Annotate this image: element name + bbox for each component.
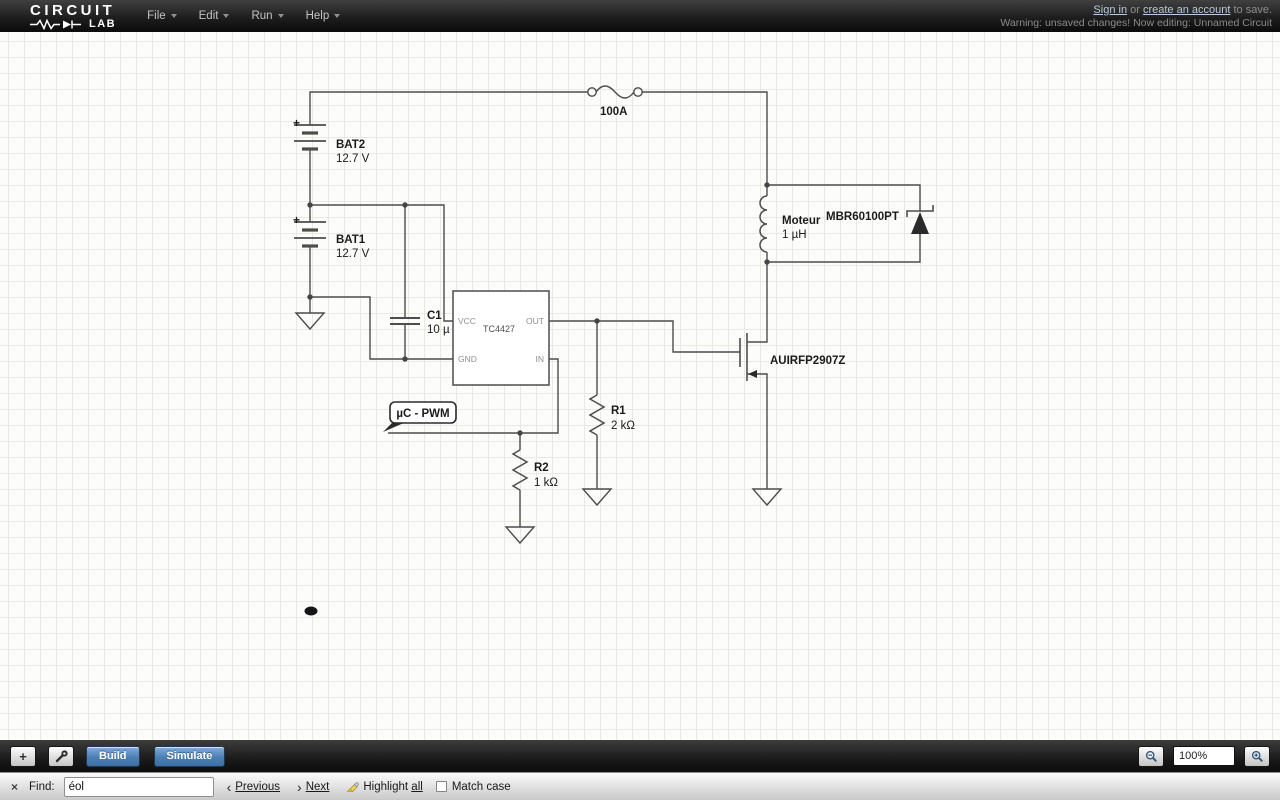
- unsaved-warning-text: Warning: unsaved changes! Now editing: U…: [1000, 16, 1272, 29]
- zoom-controls: [1138, 745, 1270, 767]
- logo-text-lab: LAB: [89, 17, 117, 30]
- r2-value-label: 1 kΩ: [534, 477, 558, 489]
- match-case-checkbox[interactable]: [435, 781, 447, 792]
- zoom-level-input[interactable]: [1173, 746, 1235, 766]
- bat2-plus-sign: +: [293, 116, 300, 130]
- menu-run[interactable]: Run: [240, 0, 294, 32]
- zoom-in-button[interactable]: [1244, 745, 1270, 767]
- r1-name-label: R1: [611, 405, 626, 417]
- fuse-value-label: 100A: [600, 106, 628, 118]
- chip-name-label: TC4427: [483, 324, 515, 334]
- pin-out-label: OUT: [526, 316, 544, 326]
- bottom-toolbar: + Build Simulate: [0, 740, 1280, 772]
- match-case-label: Match case: [451, 780, 511, 793]
- tools-button[interactable]: [48, 745, 74, 767]
- r2-name-label: R2: [534, 462, 549, 474]
- add-component-button[interactable]: +: [10, 745, 36, 767]
- create-account-link[interactable]: create an account: [1143, 4, 1230, 16]
- schematic-canvas[interactable]: + BAT2 12.7 V + BAT1 12.7 V 100A Moteur …: [0, 32, 1280, 740]
- capacitor-c1[interactable]: C1 10 µ: [390, 310, 450, 336]
- battery-bat1[interactable]: + BAT1 12.7 V: [293, 213, 370, 260]
- bat1-name-label: BAT1: [336, 234, 366, 246]
- zoom-out-button[interactable]: [1138, 745, 1164, 767]
- circuitlab-app: CIRCUIT LAB File Edit Run Help Sign in o…: [0, 0, 1280, 800]
- r1-value-label: 2 kΩ: [611, 420, 635, 432]
- battery-bat2[interactable]: + BAT2 12.7 V: [293, 116, 370, 165]
- find-previous-button[interactable]: ‹ Previous: [223, 778, 284, 796]
- c1-value-label: 10 µ: [427, 324, 450, 336]
- findbar-close-icon[interactable]: ×: [9, 780, 20, 794]
- pin-vcc-label: VCC: [458, 316, 476, 326]
- ic-tc4427[interactable]: VCC OUT GND IN TC4427: [452, 290, 550, 386]
- magnifier-minus-icon: [1145, 750, 1157, 762]
- ground-symbol-r1[interactable]: [581, 488, 613, 507]
- plus-icon: +: [19, 748, 27, 764]
- c1-name-label: C1: [427, 310, 442, 322]
- wrench-icon: [55, 749, 68, 762]
- mosfet-name-label: AUIRFP2907Z: [770, 355, 845, 367]
- find-previous-label: Previous: [235, 780, 281, 793]
- find-input[interactable]: [63, 776, 214, 797]
- bat2-value-label: 12.7 V: [336, 153, 370, 165]
- logo-text-circuit: CIRCUIT: [30, 1, 116, 19]
- menu-caret-icon: [223, 14, 230, 18]
- pin-in-label: IN: [536, 354, 545, 364]
- bat2-name-label: BAT2: [336, 139, 365, 151]
- logo-waveform-icon: [30, 18, 81, 30]
- magnifier-plus-icon: [1251, 750, 1263, 762]
- ground-symbol-battery[interactable]: [294, 312, 326, 331]
- menu-edit-label: Edit: [198, 10, 219, 22]
- highlight-all-button[interactable]: Highlight all: [342, 778, 426, 795]
- top-menubar: CIRCUIT LAB File Edit Run Help Sign in o…: [0, 0, 1280, 32]
- highlighter-icon: [346, 782, 360, 793]
- chevron-right-icon: ›: [297, 778, 302, 795]
- signin-text: to save.: [1230, 3, 1272, 16]
- menu-help-label: Help: [305, 10, 330, 22]
- schematic-wires[interactable]: [309, 91, 921, 527]
- findbar: × Find: ‹ Previous › Next Highlight all …: [0, 772, 1280, 800]
- schematic-svg: + BAT2 12.7 V + BAT1 12.7 V 100A Moteur …: [293, 85, 934, 616]
- menu-help[interactable]: Help: [295, 0, 352, 32]
- circuitlab-logo[interactable]: CIRCUIT LAB: [30, 3, 116, 30]
- diode-name-label: MBR60100PT: [826, 211, 899, 223]
- menu-caret-icon: [170, 14, 177, 18]
- menu-file-label: File: [147, 10, 166, 22]
- menu-file[interactable]: File: [136, 0, 188, 32]
- find-next-label: Next: [305, 780, 330, 793]
- signin-line: Sign in or create an account to save.: [1000, 4, 1272, 16]
- moteur-value-label: 1 µH: [782, 229, 807, 241]
- find-next-button[interactable]: › Next: [293, 778, 333, 796]
- ground-symbol-r2[interactable]: [504, 526, 536, 545]
- ground-symbol-mosfet[interactable]: [751, 488, 783, 507]
- chevron-left-icon: ‹: [226, 778, 232, 795]
- menu-caret-icon: [334, 14, 341, 18]
- sign-in-link[interactable]: Sign in: [1093, 4, 1127, 16]
- bat1-plus-sign: +: [293, 213, 300, 227]
- fuse-100a[interactable]: 100A: [587, 85, 643, 118]
- mosfet-auirfp2907z[interactable]: AUIRFP2907Z: [739, 333, 845, 381]
- mouse-cursor: [304, 606, 318, 616]
- highlight-all-label: Highlight all: [363, 780, 423, 793]
- resistor-r2[interactable]: R2 1 kΩ: [511, 449, 558, 491]
- pwm-source-flag[interactable]: µC - PWM: [383, 401, 457, 432]
- diode-mbr60100pt[interactable]: MBR60100PT: [826, 205, 934, 234]
- build-button[interactable]: Build: [86, 745, 140, 767]
- signin-text: or: [1127, 3, 1143, 16]
- moteur-name-label: Moteur: [782, 215, 821, 227]
- find-label: Find:: [29, 780, 55, 793]
- account-area: Sign in or create an account to save. Wa…: [1000, 4, 1280, 29]
- bat1-value-label: 12.7 V: [336, 248, 370, 260]
- menubar: File Edit Run Help: [136, 0, 351, 32]
- resistor-r1[interactable]: R1 2 kΩ: [588, 394, 635, 436]
- pwm-label: µC - PWM: [396, 408, 449, 420]
- menu-caret-icon: [277, 14, 284, 18]
- match-case-option[interactable]: Match case: [435, 780, 511, 793]
- simulate-button[interactable]: Simulate: [153, 745, 226, 767]
- inductor-moteur[interactable]: Moteur 1 µH: [759, 195, 821, 253]
- menu-edit[interactable]: Edit: [188, 0, 241, 32]
- pin-gnd-label: GND: [458, 354, 477, 364]
- menu-run-label: Run: [251, 10, 273, 22]
